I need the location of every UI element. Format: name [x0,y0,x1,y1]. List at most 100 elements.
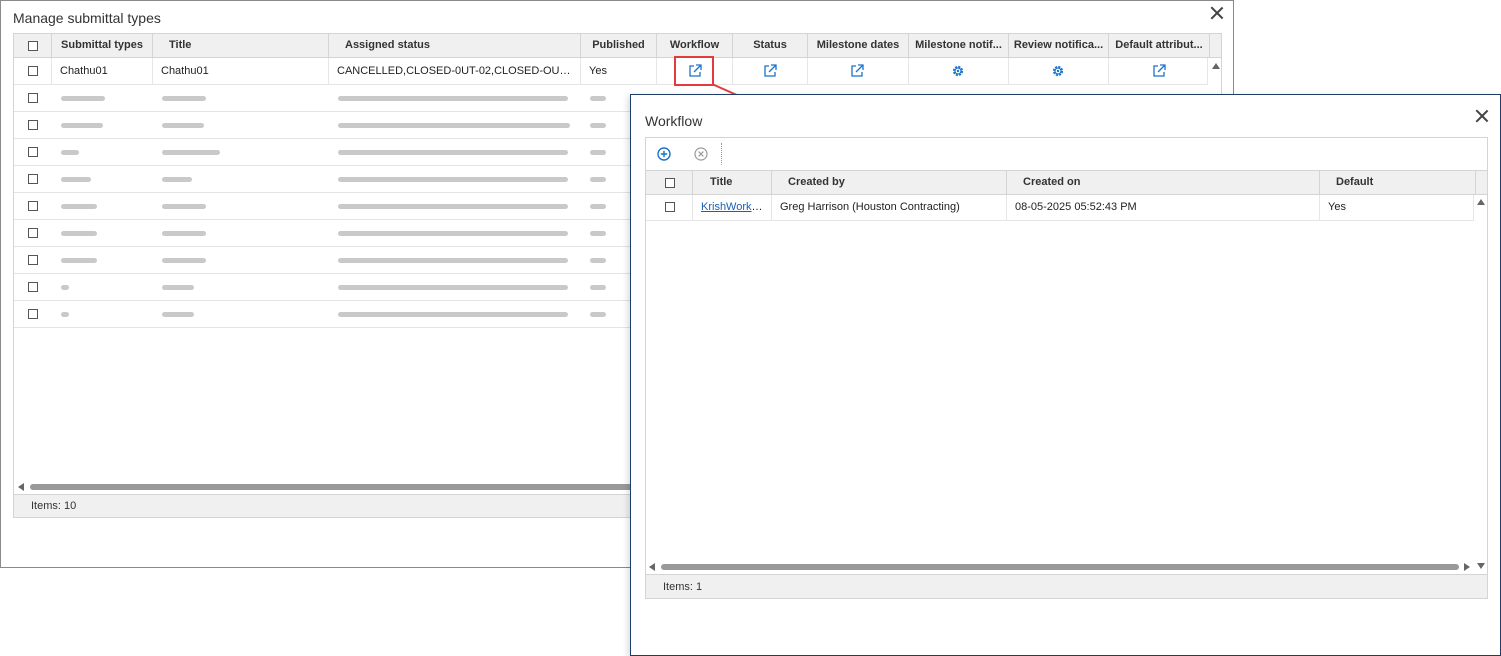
column-header-review-notifications[interactable]: Review notifica... [1009,34,1109,57]
column-header-title[interactable]: Title [693,171,772,194]
redacted-text [61,96,105,101]
grid-footer: Items: 1 [646,574,1487,598]
edit-icon[interactable] [763,64,777,78]
column-header-assigned-status[interactable]: Assigned status [329,34,581,57]
redacted-text [162,204,206,209]
row-select-cell [14,58,52,84]
column-header-milestone-notifications[interactable]: Milestone notif... [909,34,1009,57]
redacted-text [61,258,97,263]
row-checkbox[interactable] [28,174,38,184]
gear-icon[interactable] [951,64,965,78]
scroll-left-arrow[interactable] [18,483,24,491]
item-count: Items: 10 [31,500,77,512]
header-select-all-cell [14,34,52,57]
redacted-text [162,150,220,155]
row-checkbox[interactable] [665,202,675,212]
gear-icon[interactable] [1051,64,1065,78]
column-header-published[interactable]: Published [581,34,657,57]
close-icon[interactable] [1210,6,1224,20]
cell-title: Chathu01 [153,58,329,84]
redacted-text [338,204,568,209]
redacted-text [162,285,194,290]
grid-header: Title Created by Created on Default [646,171,1487,195]
horizontal-scrollbar-thumb[interactable] [30,484,634,490]
redacted-text [590,312,606,317]
grid-header: Submittal types Title Assigned status Pu… [14,34,1221,58]
redacted-text [338,123,570,128]
redacted-text [162,96,206,101]
row-checkbox[interactable] [28,66,38,76]
scroll-up-arrow[interactable] [1212,63,1220,69]
column-header-created-on[interactable]: Created on [1007,171,1320,194]
table-row[interactable]: KrishWorkflo... Greg Harrison (Houston C… [646,195,1474,221]
scroll-up-arrow[interactable] [1477,199,1485,205]
column-header-created-by[interactable]: Created by [772,171,1007,194]
redacted-text [590,231,606,236]
column-header-submittal-types[interactable]: Submittal types [52,34,153,57]
horizontal-scrollbar-thumb[interactable] [661,564,1459,570]
row-checkbox[interactable] [28,120,38,130]
column-header-default[interactable]: Default [1320,171,1476,194]
redacted-text [590,150,606,155]
item-count: Items: 1 [663,581,703,593]
redacted-text [590,258,606,263]
cell-published: Yes [581,58,657,84]
select-all-checkbox[interactable] [28,41,38,51]
dialog-title: Workflow [645,113,703,129]
row-checkbox[interactable] [28,282,38,292]
cell-milestone-dates [808,58,909,84]
row-checkbox[interactable] [28,147,38,157]
row-select-cell [646,195,693,220]
column-header-default-attributes[interactable]: Default attribut... [1109,34,1210,57]
redacted-text [61,231,97,236]
column-header-status[interactable]: Status [733,34,808,57]
column-header-title[interactable]: Title [153,34,329,57]
redacted-text [61,177,91,182]
redacted-text [338,96,568,101]
row-checkbox[interactable] [28,201,38,211]
redacted-text [338,285,568,290]
workflow-grid: Title Created by Created on Default Kris… [645,171,1488,599]
table-row[interactable]: Chathu01 Chathu01 CANCELLED,CLOSED-0UT-0… [14,58,1208,85]
toolbar [645,137,1488,171]
edit-icon[interactable] [1152,64,1166,78]
column-header-milestone-dates[interactable]: Milestone dates [808,34,909,57]
row-checkbox[interactable] [28,309,38,319]
workflow-title-link[interactable]: KrishWorkflo... [701,201,771,213]
redacted-text [590,96,606,101]
redacted-text [162,312,194,317]
redacted-text [61,123,103,128]
cell-created-by: Greg Harrison (Houston Contracting) [772,195,1007,220]
toolbar-separator [721,143,722,165]
select-all-checkbox[interactable] [665,178,675,188]
redacted-text [162,231,206,236]
remove-circle-icon[interactable] [694,147,708,161]
redacted-text [61,285,69,290]
row-checkbox[interactable] [28,255,38,265]
header-select-all-cell [646,171,693,194]
redacted-text [338,258,568,263]
cell-default-attributes [1109,58,1208,84]
cell-submittal-type: Chathu01 [52,58,153,84]
scroll-right-arrow[interactable] [1464,563,1470,571]
cell-workflow-title: KrishWorkflo... [693,195,772,220]
redacted-text [338,177,568,182]
workflow-dialog: Workflow Title Created by Created on Def… [630,94,1501,656]
cell-default: Yes [1320,195,1474,220]
redacted-text [162,177,192,182]
redacted-text [338,150,568,155]
redacted-text [590,177,606,182]
row-checkbox[interactable] [28,228,38,238]
redacted-text [590,285,606,290]
redacted-text [61,204,97,209]
redacted-text [590,204,606,209]
redacted-text [590,123,606,128]
cell-assigned-status: CANCELLED,CLOSED-0UT-02,CLOSED-OUT,DRAFT… [329,58,581,84]
scroll-down-arrow[interactable] [1477,563,1485,569]
row-checkbox[interactable] [28,93,38,103]
scroll-left-arrow[interactable] [649,563,655,571]
add-circle-icon[interactable] [657,147,671,161]
column-header-workflow[interactable]: Workflow [657,34,733,57]
edit-icon[interactable] [850,64,864,78]
close-icon[interactable] [1475,109,1489,123]
